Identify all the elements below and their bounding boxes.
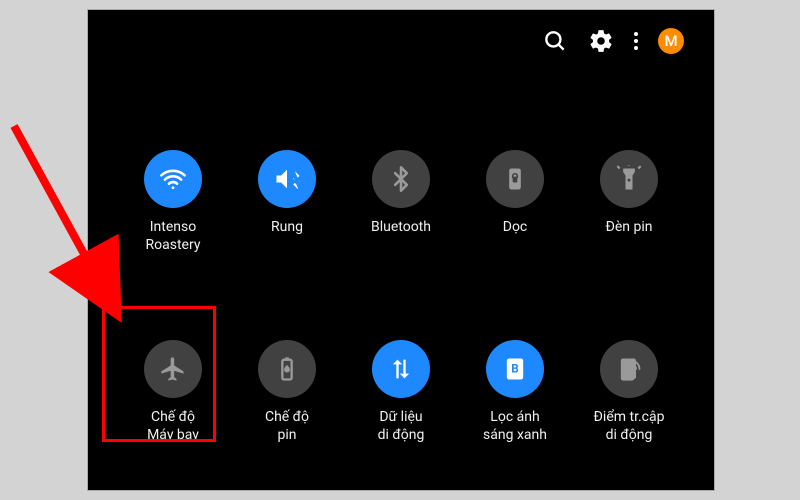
portrait-lock-icon [486,150,544,208]
tile-label: Chế độ pin [265,408,309,444]
gear-icon[interactable] [588,28,614,54]
tile-label: Chế độ Máy bay [147,408,199,444]
tile-label: Bluetooth [371,218,431,236]
flashlight-icon [600,150,658,208]
avatar[interactable]: M [658,28,684,54]
tile-hotspot[interactable]: Điểm tr.cập di động [579,340,679,444]
airplane-icon [144,340,202,398]
quick-settings-panel: M Intenso Roastery [88,10,714,490]
vibrate-icon [258,150,316,208]
tile-bluelight[interactable]: B Lọc ánh sáng xanh [465,340,565,444]
tile-airplane[interactable]: Chế độ Máy bay [123,340,223,444]
topbar: M [542,28,684,54]
search-icon[interactable] [542,28,568,54]
tile-sound[interactable]: Rung [237,150,337,254]
hotspot-icon [600,340,658,398]
tile-label: Dọc [503,218,528,236]
qs-row-2: Chế độ Máy bay Chế độ pin Dữ liệu di độn… [88,340,714,444]
tile-label: Lọc ánh sáng xanh [483,408,547,444]
tile-bluetooth[interactable]: Bluetooth [351,150,451,254]
tile-battery[interactable]: Chế độ pin [237,340,337,444]
tile-rotation[interactable]: Dọc [465,150,565,254]
tile-label: Dữ liệu di động [378,408,425,444]
tile-mobiledata[interactable]: Dữ liệu di động [351,340,451,444]
tile-label: Điểm tr.cập di động [594,408,665,444]
wifi-icon [144,150,202,208]
battery-saver-icon [258,340,316,398]
qs-row-1: Intenso Roastery Rung Bluetooth [88,150,714,254]
tile-flashlight[interactable]: Đèn pin [579,150,679,254]
bluetooth-icon [372,150,430,208]
tile-wifi[interactable]: Intenso Roastery [123,150,223,254]
avatar-initial: M [664,32,677,50]
blue-light-icon: B [486,340,544,398]
tile-label: Đèn pin [605,218,652,236]
tile-label: Intenso Roastery [146,218,201,254]
more-icon[interactable] [634,28,638,54]
mobile-data-icon [372,340,430,398]
svg-text:B: B [511,362,518,376]
tile-label: Rung [271,218,303,236]
